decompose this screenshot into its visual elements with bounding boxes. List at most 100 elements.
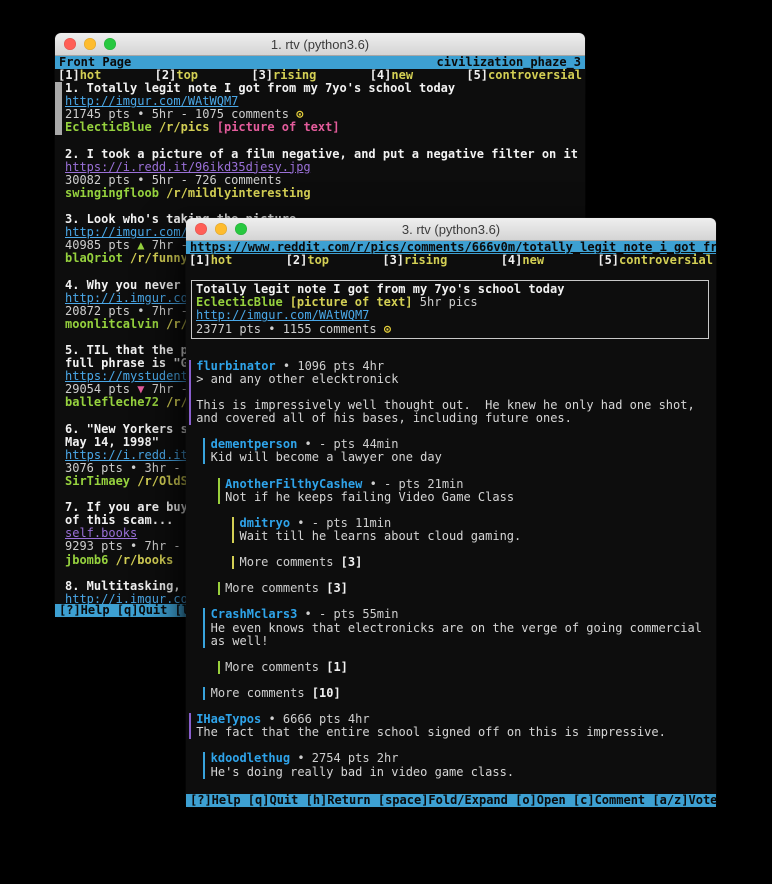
comment-author[interactable]: CrashMclars3	[211, 608, 298, 621]
more-comments[interactable]: More comments [10]	[203, 687, 713, 700]
spacer	[210, 121, 217, 134]
comment[interactable]: IHaeTypos • 6666 pts 4hrThe fact that th…	[189, 713, 713, 739]
close-button[interactable]	[195, 223, 207, 235]
more-comments-label[interactable]: More comments [3]	[232, 556, 713, 569]
comment-meta: • - pts 11min	[290, 517, 391, 530]
comment-author[interactable]: IHaeTypos	[196, 713, 261, 726]
tab-hot[interactable]: [1]hot	[58, 69, 101, 82]
submission-link[interactable]: http://imgur.com/WAtWQM7	[65, 95, 238, 108]
comment-author[interactable]: dmitryo	[240, 517, 291, 530]
submission-meta: 5hr - 726 comments	[144, 174, 281, 187]
submission-summary-box[interactable]: Totally legit note I got from my 7yo's s…	[191, 280, 709, 338]
window-comments[interactable]: 3. rtv (python3.6) https://www.reddit.co…	[186, 218, 716, 807]
comment-body-line: This is impressively well thought out. H…	[189, 399, 713, 412]
comment-body-line: Kid will become a lawyer one day	[203, 451, 713, 464]
comment-list: flurbinator • 1096 pts 4hr> and any othe…	[189, 360, 713, 792]
comment-depth-bar	[203, 687, 205, 700]
tab-key: [4]	[501, 253, 523, 267]
author[interactable]: jbomb6	[65, 554, 108, 567]
more-comments-label[interactable]: More comments [10]	[203, 687, 713, 700]
tab-controversial[interactable]: [5]controversial	[466, 69, 582, 82]
tab-new[interactable]: [4]new	[370, 69, 413, 82]
subreddit-link[interactable]: /r/	[166, 318, 188, 331]
help-shortcuts: [?]Help [q]Quit [l	[59, 604, 189, 617]
comment-author[interactable]: AnotherFilthyCashew	[225, 478, 362, 491]
author[interactable]: EclecticBlue	[196, 296, 283, 309]
titlebar[interactable]: 1. rtv (python3.6)	[55, 33, 585, 56]
author[interactable]: swingingfloob	[65, 187, 159, 200]
comment-author[interactable]: kdoodlethug	[211, 752, 290, 765]
tab-key: [4]	[370, 68, 392, 82]
author[interactable]: SirTimaey	[65, 475, 130, 488]
close-button[interactable]	[64, 38, 76, 50]
comment-meta: • 6666 pts 4hr	[261, 713, 369, 726]
author[interactable]: blaQriot	[65, 252, 123, 265]
submission-byline: EclecticBlue /r/pics [picture of text]	[65, 121, 582, 134]
comment-author[interactable]: dementperson	[211, 438, 298, 451]
comment[interactable]: CrashMclars3 • - pts 55minHe even knows …	[203, 608, 713, 647]
help-shortcuts: [?]Help [q]Quit [h]Return [space]Fold/Ex…	[190, 794, 716, 807]
more-comments[interactable]: More comments [3]	[218, 582, 713, 595]
submission-link[interactable]: http://imgur.com/	[65, 226, 188, 239]
comment[interactable]: AnotherFilthyCashew • - pts 21minNot if …	[218, 478, 713, 504]
author[interactable]: EclecticBlue	[65, 121, 152, 134]
comment[interactable]: flurbinator • 1096 pts 4hr> and any othe…	[189, 360, 713, 425]
submission-row[interactable]: 1. Totally legit note I got from my 7yo'…	[58, 82, 582, 134]
more-comments[interactable]: More comments [3]	[232, 556, 713, 569]
submission-meta: 5hr pics	[413, 296, 478, 309]
submission-link[interactable]: self.books	[65, 527, 137, 540]
subreddit-link[interactable]: /r/books	[116, 554, 174, 567]
sort-tab-bar: [1]hot [2]top [3]rising [4]new [5]controvers…	[58, 69, 582, 82]
zoom-button[interactable]	[104, 38, 116, 50]
titlebar[interactable]: 3. rtv (python3.6)	[186, 218, 716, 241]
comment-body-line: Not if he keeps failing Video Game Class	[218, 491, 713, 504]
submission-link[interactable]: https://i.redd.it	[65, 449, 188, 462]
submission-meta: 3hr -	[137, 462, 188, 475]
author[interactable]: ballefleche72	[65, 396, 159, 409]
comment-body-line: > and any other elecktronick	[189, 373, 713, 386]
tab-rising[interactable]: [3]rising	[251, 69, 316, 82]
comment-header: dementperson • - pts 44min	[203, 438, 713, 451]
comment[interactable]: dementperson • - pts 44minKid will becom…	[203, 438, 713, 464]
more-comments-text: More comments	[211, 687, 312, 700]
more-comments-count: [3]	[341, 556, 363, 569]
tab-hot[interactable]: [1]hot	[189, 254, 232, 267]
comment-meta: • 2754 pts 2hr	[290, 752, 398, 765]
comment-depth-bar	[232, 517, 234, 543]
submission-link[interactable]: https://i.redd.it/96ikd35djesy.jpg	[65, 161, 311, 174]
submission-row[interactable]: 2. I took a picture of a film negative, …	[58, 148, 582, 200]
submission-link[interactable]: https://mystudent	[65, 370, 188, 383]
tab-key: [2]	[155, 68, 177, 82]
more-comments-label[interactable]: More comments [3]	[218, 582, 713, 595]
more-comments-label[interactable]: More comments [1]	[218, 661, 713, 674]
tab-new[interactable]: [4]new	[501, 254, 544, 267]
author[interactable]: moonlitcalvin	[65, 318, 159, 331]
subreddit-link[interactable]: /r/pics	[159, 121, 210, 134]
comment[interactable]: dmitryo • - pts 11minWait till he learns…	[232, 517, 713, 543]
submission-link[interactable]: http://imgur.com/WAtWQM7	[196, 309, 369, 322]
tab-top[interactable]: [2]top	[286, 254, 329, 267]
more-comments[interactable]: More comments [1]	[218, 661, 713, 674]
spacer	[123, 252, 130, 265]
subreddit-link[interactable]: /r/funny	[130, 252, 188, 265]
zoom-button[interactable]	[235, 223, 247, 235]
submission-title: Totally legit note I got from my 7yo's s…	[196, 283, 704, 296]
subreddit-link[interactable]: /r/mildlyinteresting	[166, 187, 311, 200]
subreddit-link[interactable]: /r/OldS	[137, 475, 188, 488]
comment-body-line: as well!	[203, 635, 713, 648]
minimize-button[interactable]	[215, 223, 227, 235]
comment-author[interactable]: flurbinator	[196, 360, 275, 373]
submission-link[interactable]: http://i.imgur.co	[65, 292, 188, 305]
blank-line	[58, 200, 582, 213]
minimize-button[interactable]	[84, 38, 96, 50]
tab-label: hot	[211, 253, 233, 267]
terminal-content[interactable]: https://www.reddit.com/r/pics/comments/6…	[186, 241, 716, 807]
tab-rising[interactable]: [3]rising	[382, 254, 447, 267]
tab-controversial[interactable]: [5]controversial	[597, 254, 713, 267]
subreddit-link[interactable]: /r/	[166, 396, 188, 409]
submission-stats-line: 21745 pts • 5hr - 1075 comments ⊙	[65, 108, 582, 121]
tab-top[interactable]: [2]top	[155, 69, 198, 82]
comment-depth-bar	[218, 661, 220, 674]
more-comments-count: [1]	[326, 661, 348, 674]
comment[interactable]: kdoodlethug • 2754 pts 2hrHe's doing rea…	[203, 752, 713, 778]
